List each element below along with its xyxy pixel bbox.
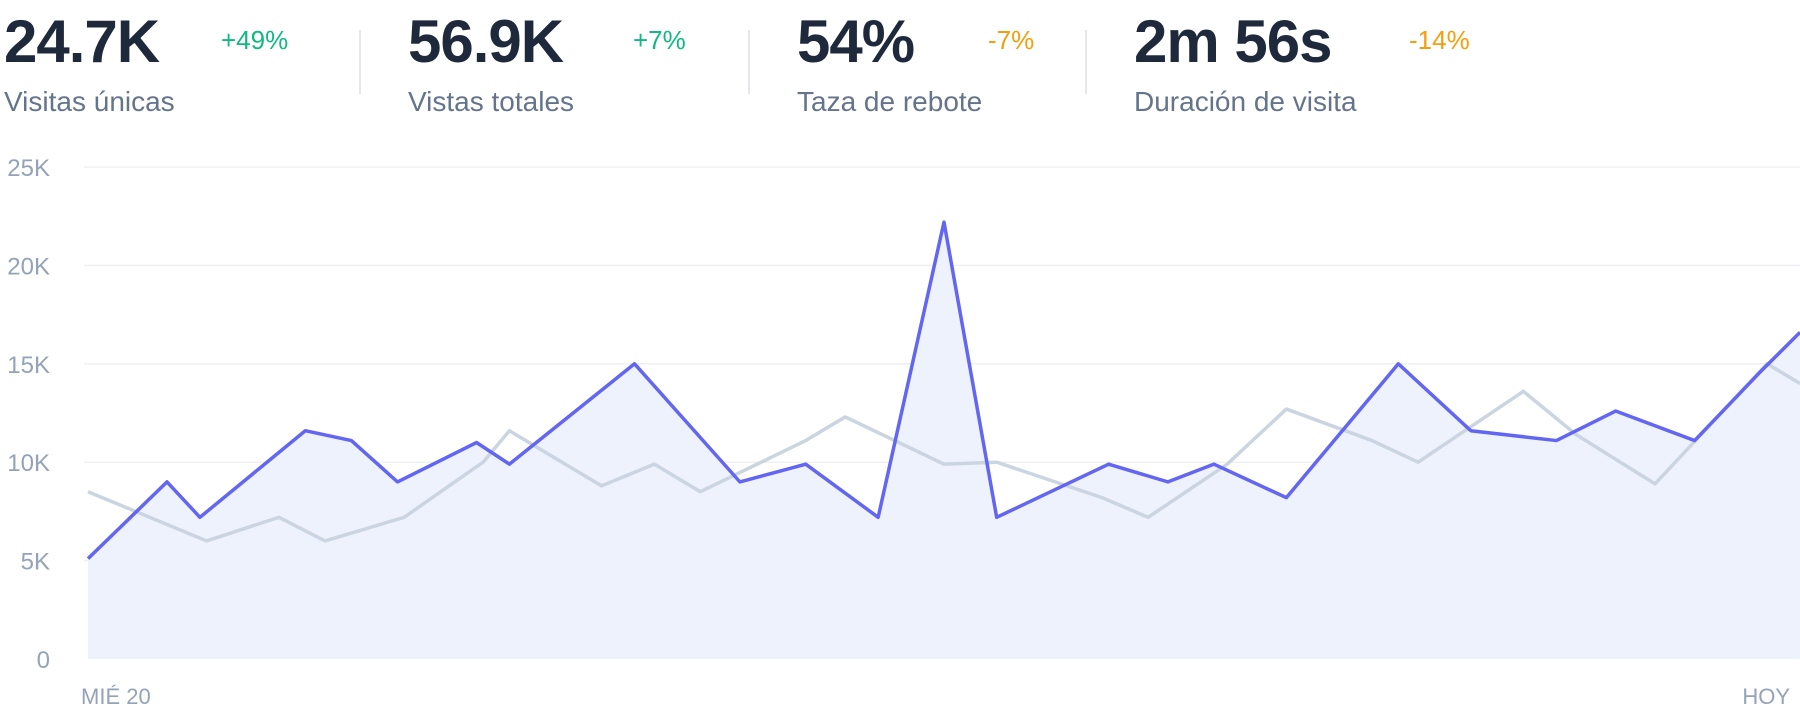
y-tick-label: 5K xyxy=(21,549,50,576)
y-tick-label: 15K xyxy=(7,352,50,379)
x-tick-label: MIÉ 20 xyxy=(81,684,151,709)
y-tick-label: 25K xyxy=(7,155,50,182)
visits-chart: 0 5K 10K 15K 20K 25K MIÉ 20 HOY xyxy=(7,155,1800,709)
y-tick-label: 20K xyxy=(7,253,50,280)
y-tick-label: 0 xyxy=(37,647,50,674)
x-tick-label: HOY xyxy=(1742,684,1790,709)
y-tick-label: 10K xyxy=(7,450,50,477)
